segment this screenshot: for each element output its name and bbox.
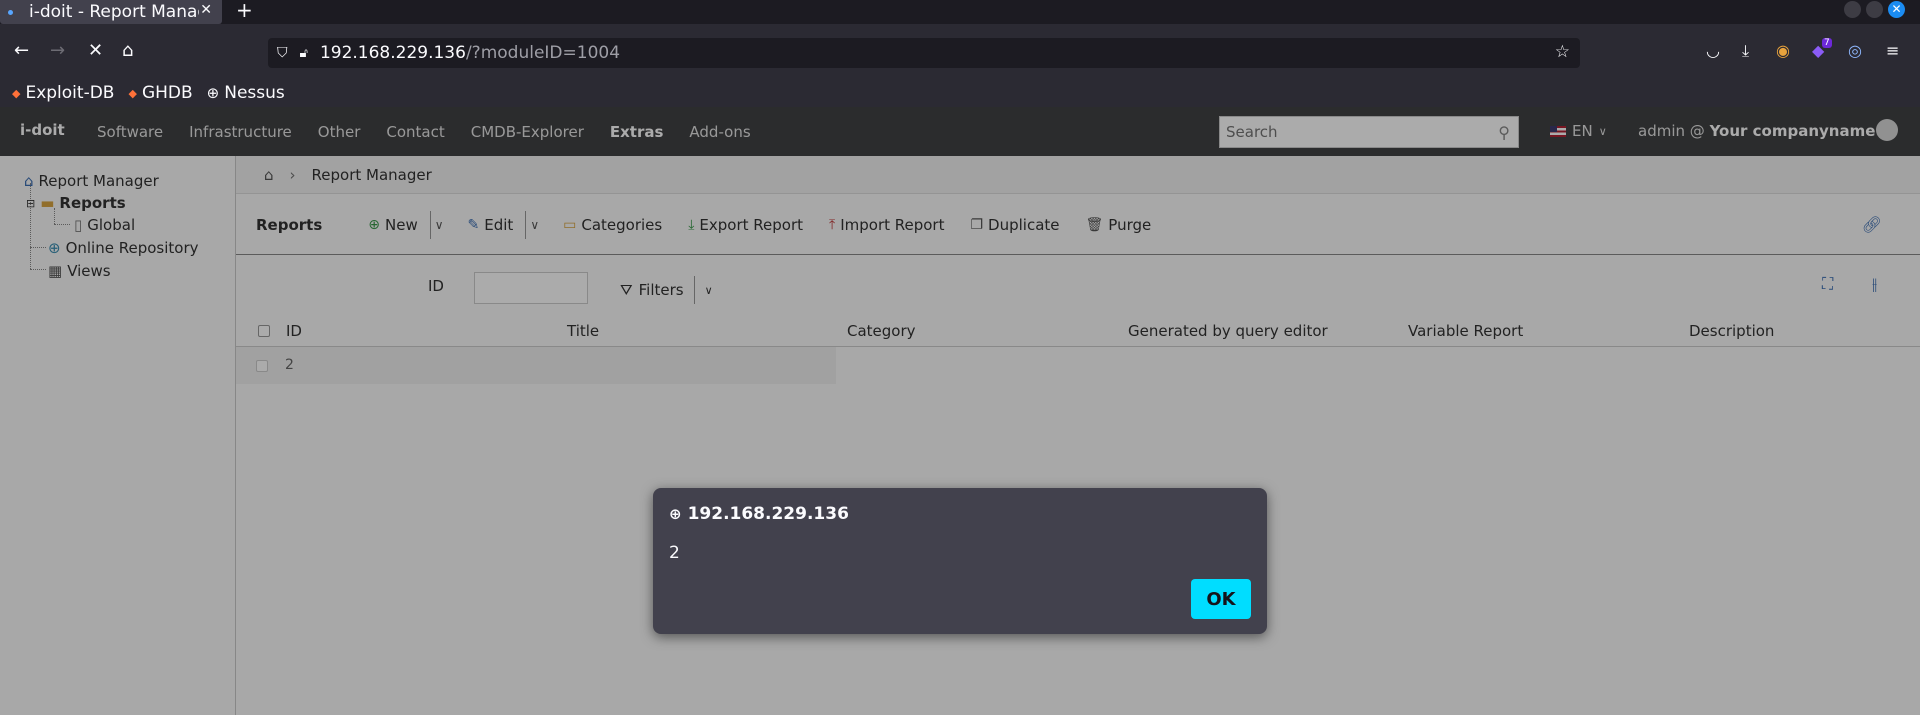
browser-navbar: ← → ✕ ⌂ ⛉ 🔓︎ 192.168.229.136 /?moduleID=… xyxy=(0,24,1920,79)
browser-tab[interactable]: i-doit - Report Manag ✕ xyxy=(0,0,222,24)
bookmark-star-icon[interactable]: ☆ xyxy=(1555,42,1570,62)
dialog-origin: 192.168.229.136 xyxy=(687,504,849,524)
url-host: 192.168.229.136 xyxy=(319,43,466,63)
globe-icon: ⊕ xyxy=(669,505,682,523)
ok-button[interactable]: OK xyxy=(1191,579,1251,619)
hamburger-menu-icon[interactable]: ≡ xyxy=(1886,41,1899,60)
dialog-message: 2 xyxy=(669,543,680,563)
url-bar[interactable]: ⛉ 🔓︎ 192.168.229.136 /?moduleID=1004 ☆ xyxy=(268,38,1580,68)
kali-dragon-icon: ◆ xyxy=(128,86,137,100)
foxyproxy-icon[interactable]: ◎ xyxy=(1848,41,1862,60)
close-window-button[interactable]: ✕ xyxy=(1888,1,1905,18)
maximize-window-button[interactable] xyxy=(1866,1,1883,18)
bookmark-label: Exploit-DB xyxy=(25,83,115,103)
bookmark-exploit-db[interactable]: ◆ Exploit-DB xyxy=(12,83,114,103)
tab-title: i-doit - Report Manag xyxy=(29,2,199,22)
new-tab-button[interactable]: + xyxy=(236,0,253,22)
forward-arrow-icon[interactable]: → xyxy=(50,40,65,62)
minimize-window-button[interactable] xyxy=(1844,1,1861,18)
burp-extension-icon[interactable]: ◉ xyxy=(1776,41,1790,60)
extension-badge: 7 xyxy=(1822,38,1832,48)
shield-icon[interactable]: ⛉ xyxy=(277,45,288,61)
bookmark-label: Nessus xyxy=(224,83,285,103)
dialog-title: ⊕ 192.168.229.136 xyxy=(669,504,849,524)
insecure-lock-icon[interactable]: 🔓︎ xyxy=(300,46,308,61)
bookmark-nessus[interactable]: ⊕ Nessus xyxy=(207,83,285,103)
url-path: /?moduleID=1004 xyxy=(465,43,621,63)
tab-close-icon[interactable]: ✕ xyxy=(200,2,212,18)
globe-icon: ⊕ xyxy=(206,84,220,102)
alert-dialog: ⊕ 192.168.229.136 2 OK xyxy=(653,488,1267,634)
bookmarks-bar: ◆ Exploit-DB ◆ GHDB ⊕ Nessus xyxy=(0,79,1920,107)
tab-favicon-icon xyxy=(8,9,13,15)
bookmark-ghdb[interactable]: ◆ GHDB xyxy=(128,83,192,103)
bookmark-label: GHDB xyxy=(141,83,193,103)
back-arrow-icon[interactable]: ← xyxy=(14,40,29,62)
stop-loading-icon[interactable]: ✕ xyxy=(88,40,103,62)
pocket-icon[interactable]: ◡ xyxy=(1706,41,1720,60)
home-icon[interactable]: ⌂ xyxy=(122,40,133,62)
kali-dragon-icon: ◆ xyxy=(12,86,21,100)
download-icon[interactable]: ⤓ xyxy=(1742,41,1749,61)
browser-tabbar: i-doit - Report Manag ✕ + ✕ xyxy=(0,0,1920,24)
